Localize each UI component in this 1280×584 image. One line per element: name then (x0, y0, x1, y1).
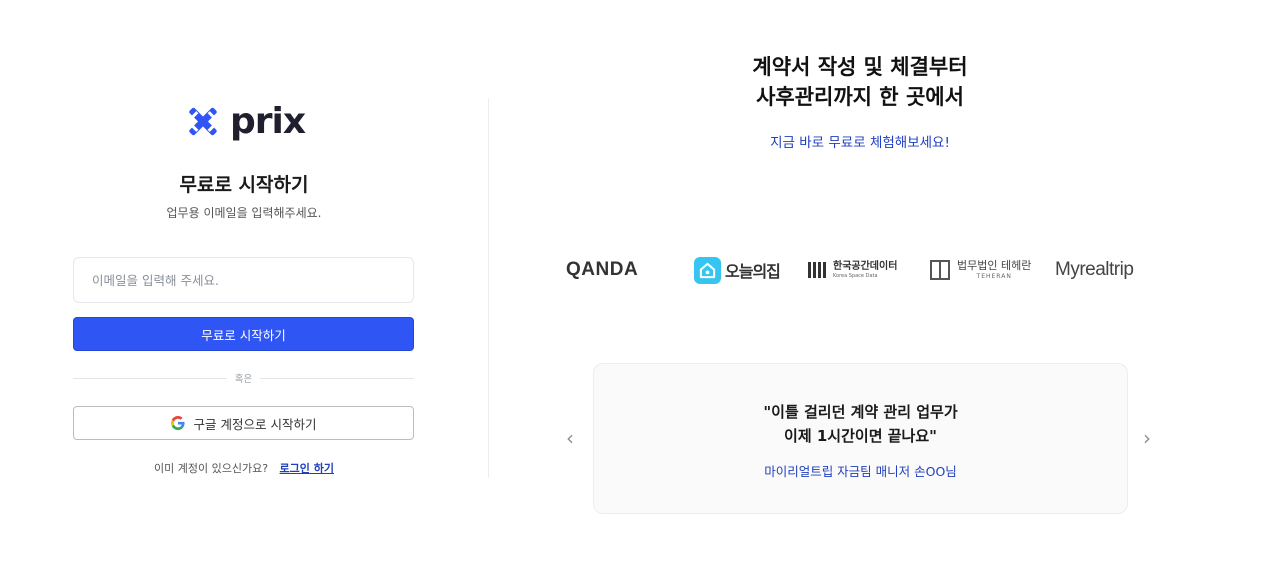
chevron-right-icon[interactable]: › (1143, 426, 1151, 450)
start-free-button[interactable]: 무료로 시작하기 (73, 317, 414, 351)
headline-line-2: 사후관리까지 한 곳에서 (756, 85, 964, 109)
testimonial-quote: "이틀 걸리던 계약 관리 업무가 이제 1시간이면 끝나요" (594, 400, 1127, 448)
quote-line-2: 이제 1시간이면 끝나요" (784, 427, 937, 445)
email-field[interactable] (73, 257, 414, 303)
teheran-book-icon (930, 260, 950, 280)
google-signin-button[interactable]: 구글 계정으로 시작하기 (73, 406, 414, 440)
existing-account-text: 이미 계정이 있으신가요? (154, 462, 269, 475)
chevron-left-icon[interactable]: ‹ (566, 426, 574, 450)
login-prompt: 이미 계정이 있으신가요? 로그인 하기 (0, 460, 488, 476)
signup-subtitle: 업무용 이메일을 입력해주세요. (166, 206, 322, 220)
prix-logo: prix (184, 100, 306, 144)
signup-title: 무료로 시작하기 (179, 174, 309, 196)
headline-line-1: 계약서 작성 및 체결부터 (752, 55, 968, 79)
signup-panel: prix 무료로 시작하기 업무용 이메일을 입력해주세요. 무료로 시작하기 … (0, 0, 488, 584)
client-logos: QANDA 오늘의집 한국공간데이터 Korea Space Data 법무법인… (560, 252, 1160, 288)
kspace-bars-icon (808, 262, 828, 278)
panel-divider (488, 98, 489, 478)
ohouse-logo: 오늘의집 (694, 252, 781, 288)
login-link[interactable]: 로그인 하기 (280, 462, 334, 475)
prix-logo-icon (189, 107, 217, 136)
teheran-logo: 법무법인 테헤란 TEHERAN (930, 252, 1031, 288)
myrealtrip-logo: Myrealtrip (1055, 259, 1134, 280)
google-icon (170, 416, 185, 430)
house-icon (694, 256, 721, 284)
ohouse-name: 오늘의집 (725, 262, 781, 281)
teheran-name-en: TEHERAN (976, 273, 1012, 280)
or-divider: 혹은 (73, 370, 415, 386)
kspace-name-en: Korea Space Data (833, 272, 878, 279)
teheran-name-ko: 법무법인 테헤란 (957, 259, 1032, 272)
testimonial-card: "이틀 걸리던 계약 관리 업무가 이제 1시간이면 끝나요" 마이리얼트립 자… (593, 363, 1128, 514)
qanda-logo: QANDA (566, 259, 639, 280)
divider-line-right (260, 377, 415, 379)
or-label: 혹은 (234, 374, 253, 385)
kspace-logo: 한국공간데이터 Korea Space Data (808, 252, 897, 288)
promo-cta: 지금 바로 무료로 체험해보세요! (770, 135, 950, 151)
promo-headline: 계약서 작성 및 체결부터 사후관리까지 한 곳에서 (640, 52, 1080, 112)
brand-name: prix (230, 101, 306, 142)
kspace-name-ko: 한국공간데이터 (833, 260, 898, 272)
quote-line-1: "이틀 걸리던 계약 관리 업무가 (763, 403, 958, 421)
testimonial-author: 마이리얼트립 자금팀 매니저 손OO님 (764, 464, 957, 479)
divider-line-left (73, 377, 227, 379)
google-button-label: 구글 계정으로 시작하기 (193, 416, 317, 432)
